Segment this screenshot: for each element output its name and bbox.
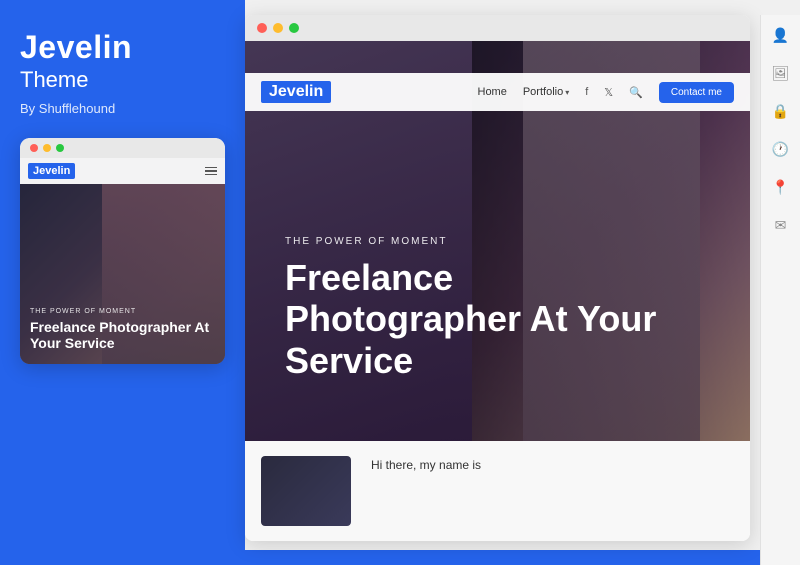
icon-bar-lock[interactable]: 🔒 (771, 101, 791, 121)
mobile-hero: THE POWER OF MOMENT Freelance Photograph… (20, 184, 225, 364)
right-panel: Jevelin Home Portfolio ▾ f 𝕏 🔍 Contact m… (245, 0, 800, 550)
icon-bar-image[interactable]: 🖼 (771, 63, 791, 83)
desktop-power-text: THE POWER OF MOMENT (285, 236, 685, 247)
portfolio-arrow-icon: ▾ (565, 88, 569, 97)
mobile-power-text: THE POWER OF MOMENT (30, 308, 215, 315)
desktop-hero-content: THE POWER OF MOMENT Freelance Photograph… (285, 236, 685, 381)
mobile-dot-red (30, 144, 38, 152)
icon-bar-pin[interactable]: 📍 (771, 177, 791, 197)
icon-bar-person[interactable]: 👤 (771, 25, 791, 45)
desktop-hero: Jevelin Home Portfolio ▾ f 𝕏 🔍 Contact m… (245, 41, 750, 441)
mobile-browser-bar (20, 138, 225, 158)
desktop-dot-yellow (273, 23, 283, 33)
desktop-browser-bar (245, 15, 750, 41)
theme-by: By Shufflehound (20, 101, 225, 116)
mobile-nav: Jevelin (20, 158, 225, 184)
desktop-nav: Jevelin Home Portfolio ▾ f 𝕏 🔍 Contact m… (245, 73, 750, 111)
theme-subtitle: Theme (20, 67, 225, 93)
desktop-headline: Freelance Photographer At Your Service (285, 257, 685, 381)
left-panel: Jevelin Theme By Shufflehound Jevelin TH… (0, 0, 245, 550)
below-hero-image (261, 456, 351, 526)
desktop-dot-red (257, 23, 267, 33)
mobile-site: Jevelin THE POWER OF MOMENT Freelance Ph… (20, 158, 225, 364)
nav-icon-facebook[interactable]: f (585, 86, 588, 98)
nav-icon-twitter[interactable]: 𝕏 (604, 86, 613, 99)
desktop-dot-green (289, 23, 299, 33)
icon-bar-clock[interactable]: 🕐 (771, 139, 791, 159)
mobile-dot-green (56, 144, 64, 152)
nav-icon-search[interactable]: 🔍 (629, 86, 643, 99)
mobile-hero-text: THE POWER OF MOMENT Freelance Photograph… (30, 308, 215, 353)
mobile-headline: Freelance Photographer At Your Service (30, 319, 215, 353)
mobile-logo: Jevelin (28, 163, 75, 179)
desktop-nav-links: Home Portfolio ▾ f 𝕏 🔍 Contact me (478, 82, 735, 103)
desktop-site: Jevelin Home Portfolio ▾ f 𝕏 🔍 Contact m… (245, 41, 750, 541)
nav-link-home[interactable]: Home (478, 86, 507, 98)
theme-title: Jevelin (20, 30, 225, 65)
mobile-hamburger-icon[interactable] (205, 167, 217, 176)
mobile-preview-card: Jevelin THE POWER OF MOMENT Freelance Ph… (20, 138, 225, 364)
below-hero-text: Hi there, my name is (371, 456, 481, 474)
icon-bar-mail[interactable]: ✉ (771, 215, 791, 235)
icon-bar: 👤 🖼 🔒 🕐 📍 ✉ (760, 15, 800, 565)
contact-me-button[interactable]: Contact me (659, 82, 734, 103)
desktop-logo: Jevelin (261, 81, 331, 103)
desktop-below-hero: Hi there, my name is (245, 441, 750, 541)
nav-link-portfolio[interactable]: Portfolio ▾ (523, 86, 569, 98)
desktop-preview-card: Jevelin Home Portfolio ▾ f 𝕏 🔍 Contact m… (245, 15, 750, 541)
mobile-dot-yellow (43, 144, 51, 152)
